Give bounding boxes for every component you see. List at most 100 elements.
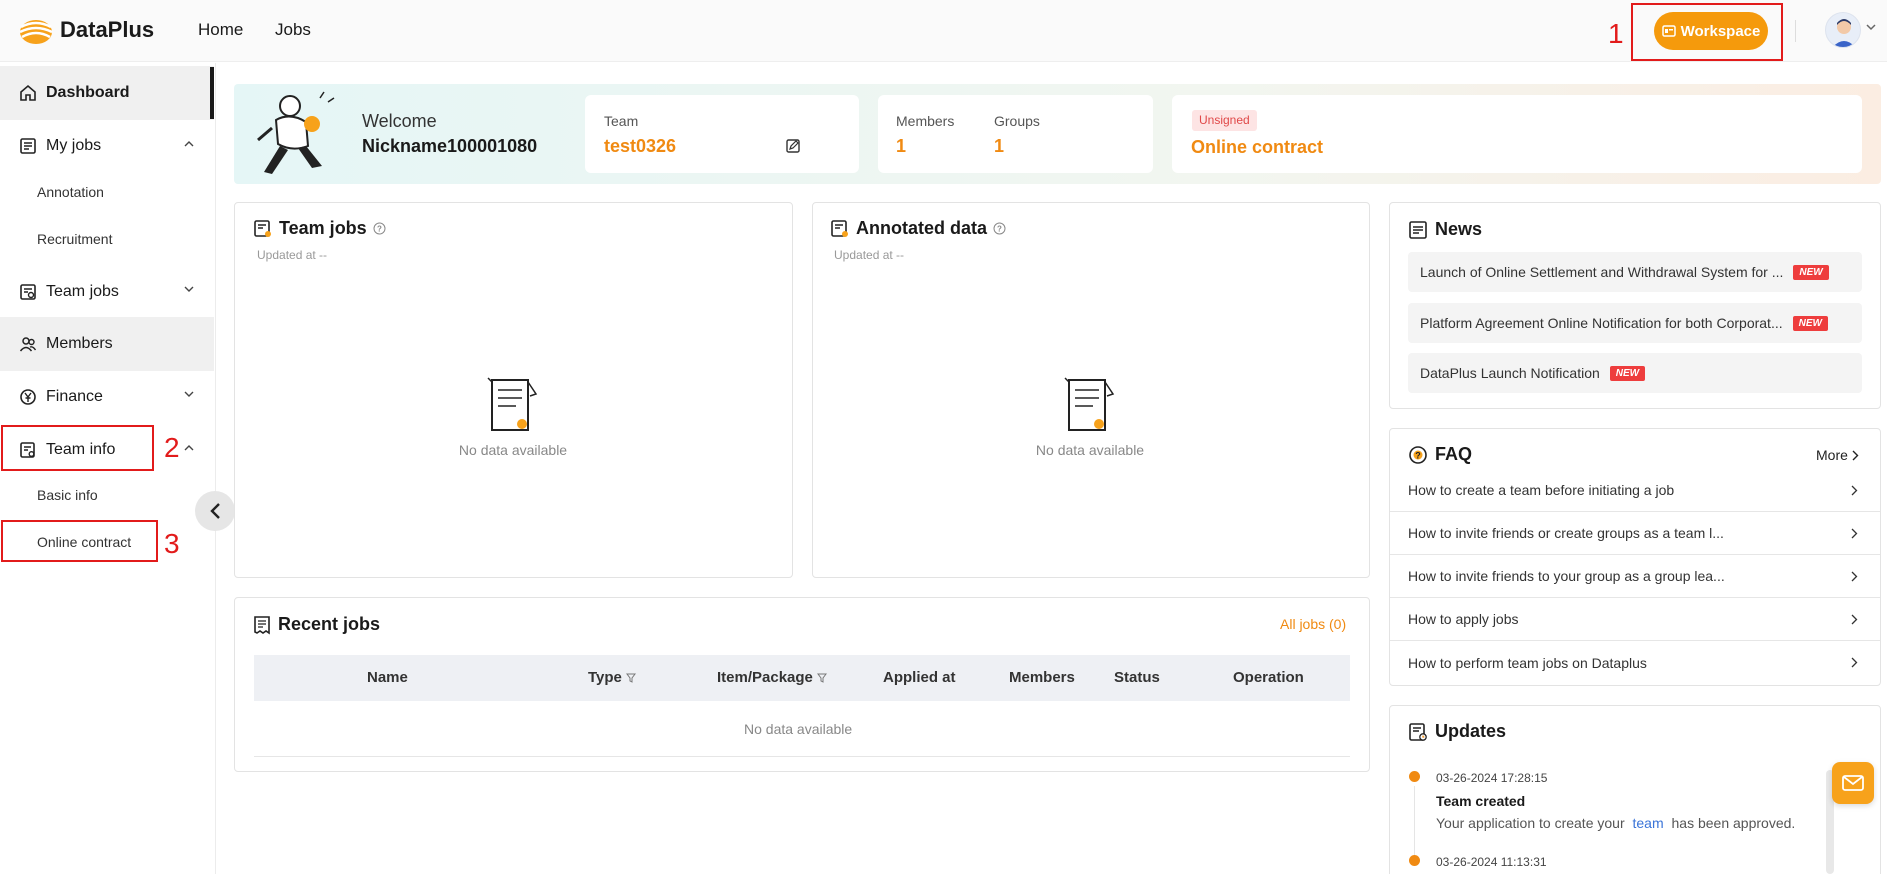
- new-badge: NEW: [1609, 365, 1646, 381]
- updates-title: Updates: [1408, 721, 1506, 742]
- sidebar-subitem-basic-info[interactable]: Basic info: [37, 487, 98, 503]
- panel-title-text: Annotated data: [856, 218, 988, 238]
- faq-item-text: How to invite friends to your group as a…: [1408, 568, 1725, 584]
- chevron-left-icon: [209, 502, 221, 520]
- chevron-right-icon: [1851, 528, 1858, 539]
- annotation-box-1: [1631, 3, 1783, 61]
- groups-label: Groups: [994, 113, 1040, 129]
- members-count[interactable]: 1: [896, 136, 906, 157]
- recent-jobs-icon: [253, 615, 271, 635]
- faq-item[interactable]: How to invite friends to your group as a…: [1390, 555, 1880, 598]
- annotation-box-3: [1, 520, 158, 562]
- update-desc-text: has been approved.: [1671, 815, 1796, 831]
- panel-title-text: Recent jobs: [278, 614, 381, 634]
- recent-jobs-title: Recent jobs: [253, 614, 380, 635]
- svg-text:?: ?: [377, 225, 382, 234]
- chevron-down-icon: [184, 391, 194, 398]
- sidebar-item-label: Members: [46, 335, 113, 352]
- chevron-right-icon: [1851, 657, 1858, 668]
- dataplus-logo-icon: [18, 14, 54, 46]
- team-jobs-empty: No data available: [413, 374, 613, 458]
- panel-title-text: FAQ: [1435, 444, 1473, 464]
- clipboard-icon: [19, 137, 37, 155]
- chevron-down-icon[interactable]: [1866, 24, 1876, 31]
- column-header-text: Item/Package: [717, 669, 813, 686]
- logo-text: DataPlus: [60, 17, 155, 42]
- logo[interactable]: DataPlus: [18, 14, 154, 46]
- annotation-number-3: 3: [164, 528, 180, 559]
- annotation-number-1: 1: [1608, 18, 1624, 49]
- annotated-data-title: Annotated data ?: [830, 218, 1006, 239]
- faq-item-text: How to perform team jobs on Dataplus: [1408, 654, 1647, 671]
- header-divider: [1795, 20, 1796, 42]
- news-item[interactable]: Launch of Online Settlement and Withdraw…: [1408, 252, 1862, 292]
- sidebar-item-my-jobs[interactable]: My jobs: [0, 120, 214, 172]
- edit-icon[interactable]: [785, 138, 801, 154]
- team-label: Team: [604, 113, 639, 129]
- timeline-line: [1414, 786, 1415, 856]
- faq-more-link[interactable]: More: [1816, 447, 1859, 463]
- empty-document-icon: [482, 374, 544, 436]
- news-item[interactable]: Platform Agreement Online Notification f…: [1408, 303, 1862, 343]
- online-contract-link[interactable]: Online contract: [1191, 137, 1323, 158]
- news-item[interactable]: DataPlus Launch Notification NEW: [1408, 353, 1862, 393]
- team-jobs-icon: [253, 219, 273, 239]
- mail-icon: [1842, 775, 1864, 791]
- faq-item[interactable]: How to create a team before initiating a…: [1390, 469, 1880, 512]
- avatar[interactable]: [1825, 12, 1861, 48]
- column-header-item-package: Item/Package: [717, 669, 827, 686]
- groups-count[interactable]: 1: [994, 136, 1004, 157]
- update-time: 03-26-2024 11:13:31: [1436, 855, 1547, 869]
- sidebar-subitem-recruitment[interactable]: Recruitment: [37, 231, 112, 247]
- finance-icon: [19, 388, 37, 406]
- column-header-status: Status: [1114, 669, 1160, 686]
- sidebar-subitem-annotation[interactable]: Annotation: [37, 184, 104, 200]
- update-team-link[interactable]: team: [1633, 815, 1664, 831]
- news-item-text: DataPlus Launch Notification: [1420, 365, 1600, 381]
- faq-item-text: How to invite friends or create groups a…: [1408, 525, 1724, 541]
- svg-text:?: ?: [997, 225, 1002, 234]
- updates-icon: [1408, 722, 1428, 742]
- sidebar-item-dashboard[interactable]: Dashboard: [0, 66, 214, 120]
- team-jobs-updated: Updated at --: [257, 248, 328, 262]
- timeline-dot: [1409, 855, 1420, 866]
- recent-jobs-table-header: Name Type Item/Package Applied at Member…: [254, 655, 1350, 701]
- news-item-text: Launch of Online Settlement and Withdraw…: [1420, 264, 1784, 280]
- annotated-data-icon: [830, 219, 850, 239]
- sidebar-item-label: Dashboard: [46, 84, 130, 101]
- message-button[interactable]: [1832, 762, 1874, 804]
- sidebar-item-label: Team jobs: [46, 283, 119, 300]
- faq-item[interactable]: How to perform team jobs on Dataplus: [1390, 641, 1880, 684]
- update-time: 03-26-2024 17:28:15: [1436, 771, 1548, 785]
- all-jobs-link[interactable]: All jobs (0): [1280, 616, 1346, 632]
- empty-text: No data available: [458, 442, 568, 458]
- collapse-sidebar-button[interactable]: [195, 491, 235, 531]
- sidebar-item-members[interactable]: Members: [0, 317, 214, 371]
- sidebar-item-finance[interactable]: Finance: [0, 371, 214, 423]
- nav-home[interactable]: Home: [198, 20, 243, 40]
- top-header: DataPlus Home Jobs Workspace: [0, 0, 1887, 62]
- user-nickname: Nickname100001080: [362, 136, 538, 156]
- help-icon[interactable]: ?: [993, 222, 1006, 235]
- new-badge: NEW: [1793, 264, 1829, 280]
- column-header-text: Applied at: [883, 669, 956, 686]
- mascot-illustration-icon: [250, 88, 340, 178]
- faq-item[interactable]: How to invite friends or create groups a…: [1390, 512, 1880, 555]
- column-header-operation: Operation: [1233, 669, 1304, 686]
- filter-icon[interactable]: [816, 673, 827, 683]
- help-icon[interactable]: ?: [373, 222, 386, 235]
- empty-document-icon: [1059, 374, 1121, 436]
- team-jobs-title: Team jobs ?: [253, 218, 386, 239]
- chevron-right-icon: [1851, 485, 1858, 496]
- faq-item[interactable]: How to apply jobs: [1390, 598, 1880, 641]
- sidebar-item-team-jobs[interactable]: Team jobs: [0, 266, 214, 318]
- chevron-up-icon: [184, 444, 194, 451]
- members-icon: [19, 335, 37, 353]
- annotation-number-2: 2: [164, 432, 180, 463]
- panel-title-text: Updates: [1435, 721, 1507, 741]
- nav-jobs[interactable]: Jobs: [275, 20, 311, 40]
- annotation-box-2: [1, 425, 154, 471]
- column-header-text: Operation: [1233, 669, 1304, 686]
- faq-item-text: How to apply jobs: [1408, 611, 1519, 627]
- filter-icon[interactable]: [625, 673, 636, 683]
